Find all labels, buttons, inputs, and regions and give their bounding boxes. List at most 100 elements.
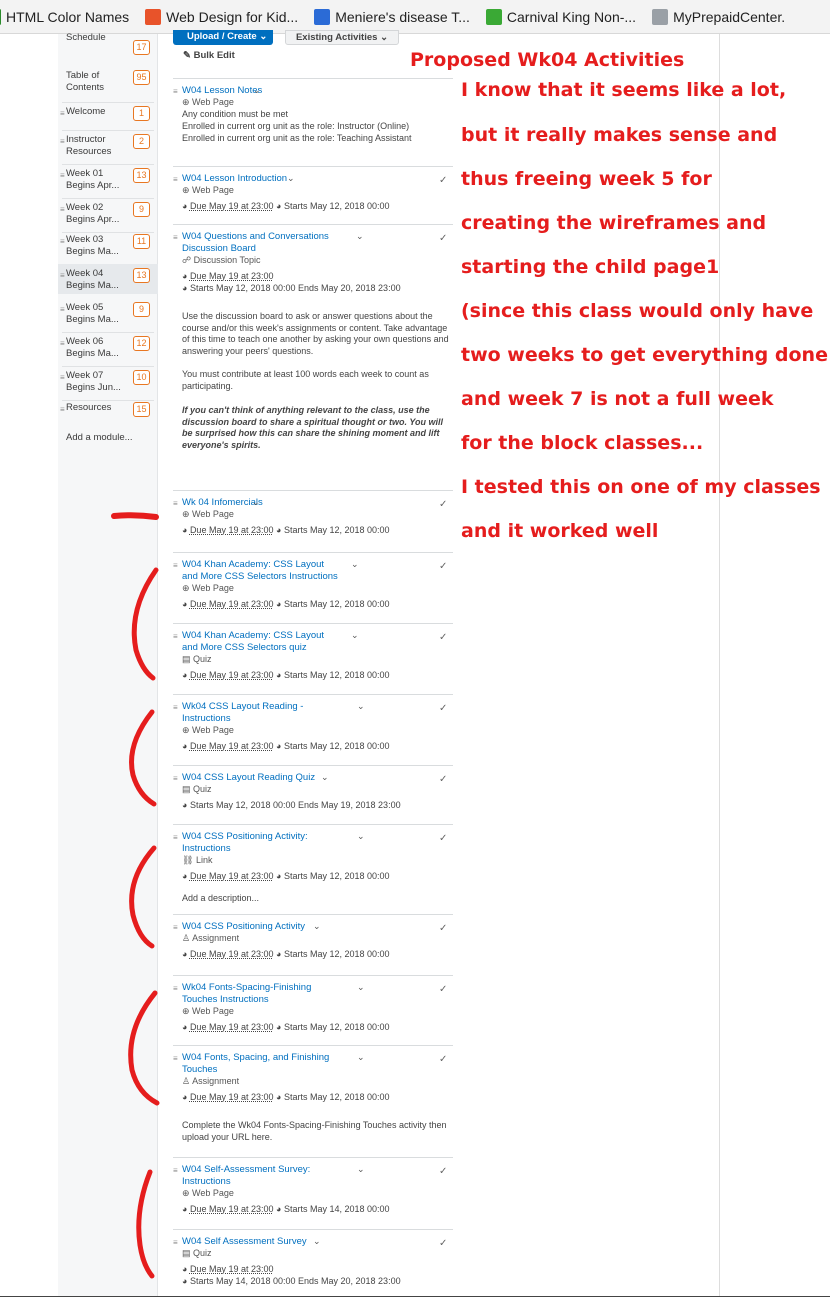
bulk-edit-button[interactable]: ✎ Bulk Edit [183, 50, 235, 61]
drag-handle-icon[interactable]: ≡ [173, 175, 178, 184]
add-module-link[interactable]: Add a module... [66, 432, 158, 444]
bookmark-item[interactable]: Meniere's disease T... [314, 8, 470, 25]
completion-check-icon[interactable]: ✓ [439, 984, 447, 995]
web-page-icon: ⊕ [182, 583, 193, 593]
activity-title-link[interactable]: W04 Lesson Introduction [182, 173, 342, 185]
completion-check-icon[interactable]: ✓ [439, 499, 447, 510]
activity-type-label: Web Page [192, 185, 234, 195]
upload-create-button[interactable]: Upload / Create ⌄ [173, 30, 273, 45]
drag-handle-icon[interactable]: ≡ [60, 136, 65, 148]
bookmark-item[interactable]: HTML Color Names [0, 8, 129, 25]
drag-handle-icon[interactable]: ≡ [173, 233, 178, 242]
chevron-down-icon[interactable]: ⌄ [313, 921, 321, 932]
sidebar-item-week-04[interactable]: ≡ Week 04 Begins Ma... 13 [58, 264, 158, 294]
chevron-down-icon[interactable]: ⌄ [252, 497, 260, 508]
drag-handle-icon[interactable]: ≡ [173, 87, 178, 96]
drag-handle-icon[interactable]: ≡ [173, 561, 178, 570]
completion-check-icon[interactable]: ✓ [439, 833, 447, 844]
activity-item[interactable]: ≡ W04 Lesson Notes ⌄ ⊕ Web Page Any conditio… [173, 78, 453, 166]
activity-title-link[interactable]: W04 Lesson Notes [182, 85, 342, 97]
drag-handle-icon[interactable]: ≡ [60, 204, 65, 216]
activity-title-link[interactable]: Wk04 Fonts-Spacing-Finishing Touches Ins… [182, 982, 342, 1005]
activity-title-link[interactable]: W04 Khan Academy: CSS Layout and More CS… [182, 630, 342, 653]
bookmark-item[interactable]: Carnival King Non-... [485, 8, 636, 25]
activity-item[interactable]: ≡ W04 CSS Positioning Activity: Instructi… [173, 824, 453, 914]
drag-handle-icon[interactable]: ≡ [60, 170, 65, 182]
chevron-down-icon[interactable]: ⌄ [357, 1052, 365, 1063]
completion-check-icon[interactable]: ✓ [439, 1238, 447, 1249]
activity-item[interactable]: ≡ W04 Lesson Introduction ⌄ ✓ ⊕ Web Page ◕ Du… [173, 166, 453, 224]
activity-item[interactable]: ≡ Wk04 Fonts-Spacing-Finishing Touches In… [173, 975, 453, 1045]
completion-check-icon[interactable]: ✓ [439, 175, 447, 186]
drag-handle-icon[interactable]: ≡ [173, 774, 178, 783]
drag-handle-icon[interactable]: ≡ [173, 1054, 178, 1063]
activity-item[interactable]: ≡ W04 CSS Layout Reading Quiz ⌄ ✓ ▤ Quiz ◕ St… [173, 765, 453, 824]
date-range: ◕ Starts May 12, 2018 00:00 Ends May 19,… [182, 800, 401, 810]
item-count-badge: 12 [133, 336, 150, 351]
chevron-down-icon[interactable]: ⌄ [356, 231, 364, 242]
activity-item[interactable]: ≡ Wk04 CSS Layout Reading - Instructions ⌄… [173, 694, 453, 765]
activity-item[interactable]: ≡ W04 Fonts, Spacing, and Finishing Touch… [173, 1045, 453, 1157]
chevron-down-icon[interactable]: ⌄ [357, 982, 365, 993]
completion-check-icon[interactable]: ✓ [439, 561, 447, 572]
bookmark-item[interactable]: Web Design for Kid... [145, 8, 298, 25]
drag-handle-icon[interactable]: ≡ [173, 923, 178, 932]
drag-handle-icon[interactable]: ≡ [173, 1166, 178, 1175]
activity-item[interactable]: ≡ W04 Self Assessment Survey ⌄ ✓ ▤ Quiz ◕ Due… [173, 1229, 453, 1297]
activity-title-link[interactable]: W04 Khan Academy: CSS Layout and More CS… [182, 559, 342, 582]
activity-title-link[interactable]: Wk 04 Infomercials [182, 497, 342, 509]
annotation-line: thus freeing week 5 for [461, 168, 712, 190]
chevron-down-icon[interactable]: ⌄ [351, 559, 359, 570]
item-count-badge: 1 [133, 106, 150, 121]
completion-check-icon[interactable]: ✓ [439, 774, 447, 785]
drag-handle-icon[interactable]: ≡ [60, 236, 65, 248]
completion-check-icon[interactable]: ✓ [439, 923, 447, 934]
sidebar-divider [62, 232, 154, 233]
activity-title-link[interactable]: W04 CSS Layout Reading Quiz [182, 772, 342, 784]
activity-item[interactable]: ≡ W04 Khan Academy: CSS Layout and More C… [173, 623, 453, 694]
activity-title-link[interactable]: Wk04 CSS Layout Reading - Instructions [182, 701, 342, 724]
drag-handle-icon[interactable]: ≡ [60, 270, 65, 282]
activity-title-link[interactable]: W04 Fonts, Spacing, and Finishing Touche… [182, 1052, 342, 1075]
activity-title-link[interactable]: W04 Self-Assessment Survey: Instructions [182, 1164, 342, 1187]
add-description-link[interactable]: Add a description... [182, 893, 259, 903]
activity-title-link[interactable]: W04 Questions and Conversations Discussi… [182, 231, 342, 254]
calendar-icon: ◕ [182, 949, 190, 959]
bookmark-item[interactable]: MyPrepaidCenter. [652, 8, 785, 25]
completion-check-icon[interactable]: ✓ [439, 1166, 447, 1177]
sidebar-item-label: Week 05 Begins Ma... [66, 302, 119, 325]
drag-handle-icon[interactable]: ≡ [173, 833, 178, 842]
chevron-down-icon[interactable]: ⌄ [253, 85, 261, 96]
existing-activities-button[interactable]: Existing Activities ⌄ [285, 30, 399, 45]
chevron-down-icon[interactable]: ⌄ [357, 831, 365, 842]
chevron-down-icon[interactable]: ⌄ [313, 1236, 321, 1247]
drag-handle-icon[interactable]: ≡ [60, 404, 65, 416]
activity-type-label: Link [195, 855, 213, 865]
chevron-down-icon[interactable]: ⌄ [351, 630, 359, 641]
activity-item[interactable]: ≡ W04 CSS Positioning Activity ⌄ ✓ ♙ Assignm… [173, 914, 453, 975]
drag-handle-icon[interactable]: ≡ [173, 632, 178, 641]
drag-handle-icon[interactable]: ≡ [60, 108, 65, 120]
drag-handle-icon[interactable]: ≡ [60, 372, 65, 384]
activity-type: ⊕ Web Page [182, 725, 234, 736]
drag-handle-icon[interactable]: ≡ [173, 703, 178, 712]
completion-check-icon[interactable]: ✓ [439, 703, 447, 714]
chevron-down-icon[interactable]: ⌄ [357, 701, 365, 712]
drag-handle-icon[interactable]: ≡ [173, 499, 178, 508]
drag-handle-icon[interactable]: ≡ [60, 338, 65, 350]
completion-check-icon[interactable]: ✓ [439, 1054, 447, 1065]
drag-handle-icon[interactable]: ≡ [173, 984, 178, 993]
activity-item[interactable]: ≡ Wk 04 Infomercials ⌄ ✓ ⊕ Web Page ◕ Due May… [173, 490, 453, 552]
activity-title-link[interactable]: W04 CSS Positioning Activity: Instructio… [182, 831, 342, 854]
drag-handle-icon[interactable]: ≡ [60, 304, 65, 316]
activity-item[interactable]: ≡ W04 Self-Assessment Survey: Instruction… [173, 1157, 453, 1229]
activity-item[interactable]: ≡ W04 Khan Academy: CSS Layout and More C… [173, 552, 453, 623]
completion-check-icon[interactable]: ✓ [439, 632, 447, 643]
drag-handle-icon[interactable]: ≡ [173, 1238, 178, 1247]
chevron-down-icon[interactable]: ⌄ [357, 1164, 365, 1175]
completion-check-icon[interactable]: ✓ [439, 233, 447, 244]
chevron-down-icon[interactable]: ⌄ [321, 772, 329, 783]
chevron-down-icon[interactable]: ⌄ [287, 173, 295, 184]
activity-item[interactable]: ≡ W04 Questions and Conversations Discuss… [173, 224, 453, 490]
sidebar-item-label: Week 03 Begins Ma... [66, 234, 119, 257]
